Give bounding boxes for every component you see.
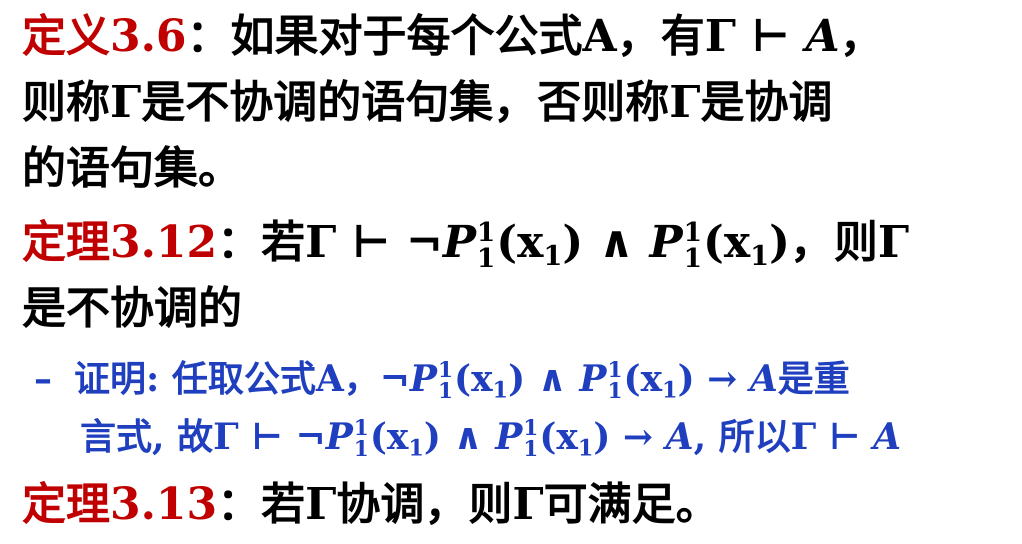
proof-and-symbol: ∧ — [525, 358, 580, 400]
thm313-text: ：若Γ协调，则Γ可满足。 — [217, 479, 720, 530]
proof2-formula-A-end: A — [873, 416, 902, 458]
proof-formula-not-p: P 1 1 (x1) — [409, 358, 526, 404]
and-symbol: ∧ — [583, 217, 650, 268]
proof2-formula-p: P 1 1 (x1) — [495, 416, 611, 462]
proof-formula-p: P 1 1 (x1) — [579, 358, 695, 404]
proof-text-1: 证明: 任取公式A，¬ — [74, 358, 410, 400]
thm312-line-1: 定理3.12：若Γ ⊢ ¬P 1 1 (x1) ∧ P 1 1 (x1)，则Γ — [22, 210, 909, 276]
def-formula-A: A — [805, 11, 840, 62]
proof-text-2-mid: , 所以Γ ⊢ — [693, 416, 874, 458]
definition-3-6: 定义3.6：如果对于每个公式A，有Γ ⊢ A， 则称Γ是不协调的语句集，否则称Γ… — [22, 4, 884, 202]
proof2-formula-not-p: P 1 1 (x1) — [325, 416, 441, 462]
proof-line-2: 言式, 故Γ ⊢ ¬P 1 1 (x1) ∧ P 1 1 (x1) → A, 所以Γ ⊢ A — [34, 408, 901, 466]
def-label: 定义3.6 — [22, 11, 187, 62]
proof2-formula-A: A — [665, 416, 694, 458]
def-line-3: 的语句集。 — [22, 143, 242, 194]
proof-arrow: → — [694, 358, 750, 400]
proof2-arrow: → — [610, 416, 666, 458]
def-line-2: 则称Γ是不协调的语句集，否则称Γ是协调 — [22, 77, 833, 128]
thm312-line-2: 是不协调的 — [22, 283, 242, 334]
proof-text-2: 言式, 故Γ ⊢ ¬ — [80, 416, 326, 458]
proof-block: – 证明: 任取公式A，¬P 1 1 (x1) ∧ P 1 1 (x1) → A是重 言式, … — [34, 350, 901, 466]
def-text-1: ：如果对于每个公式A，有Γ ⊢ — [186, 11, 806, 62]
thm312-label: 定理3.12 — [22, 217, 218, 268]
thm313-line: 定理3.13：若Γ协调，则Γ可满足。 — [22, 472, 720, 538]
def-line-1: 定义3.6：如果对于每个公式A，有Γ ⊢ A， — [22, 4, 884, 70]
thm312-text-pre: ：若Γ ⊢ ¬ — [217, 217, 443, 268]
theorem-3-12: 定理3.12：若Γ ⊢ ¬P 1 1 (x1) ∧ P 1 1 (x1)，则Γ 是不协调的 — [22, 210, 909, 342]
thm312-text-end: ，则Γ — [789, 217, 910, 268]
formula-p: P 1 1 (x1) — [649, 217, 790, 274]
proof-text-1-end: 是重 — [777, 358, 850, 400]
proof2-and-symbol: ∧ — [440, 416, 496, 458]
formula-not-p: P 1 1 (x1) — [442, 217, 584, 274]
proof-line-1: – 证明: 任取公式A，¬P 1 1 (x1) ∧ P 1 1 (x1) → A是重 — [34, 350, 901, 408]
def-text-1-end: ， — [839, 11, 884, 62]
thm313-label: 定理3.13 — [22, 479, 218, 530]
proof-formula-A: A — [749, 358, 778, 400]
proof-bullet-dash: – — [34, 358, 52, 400]
theorem-3-13: 定理3.13：若Γ协调，则Γ可满足。 — [22, 472, 720, 538]
